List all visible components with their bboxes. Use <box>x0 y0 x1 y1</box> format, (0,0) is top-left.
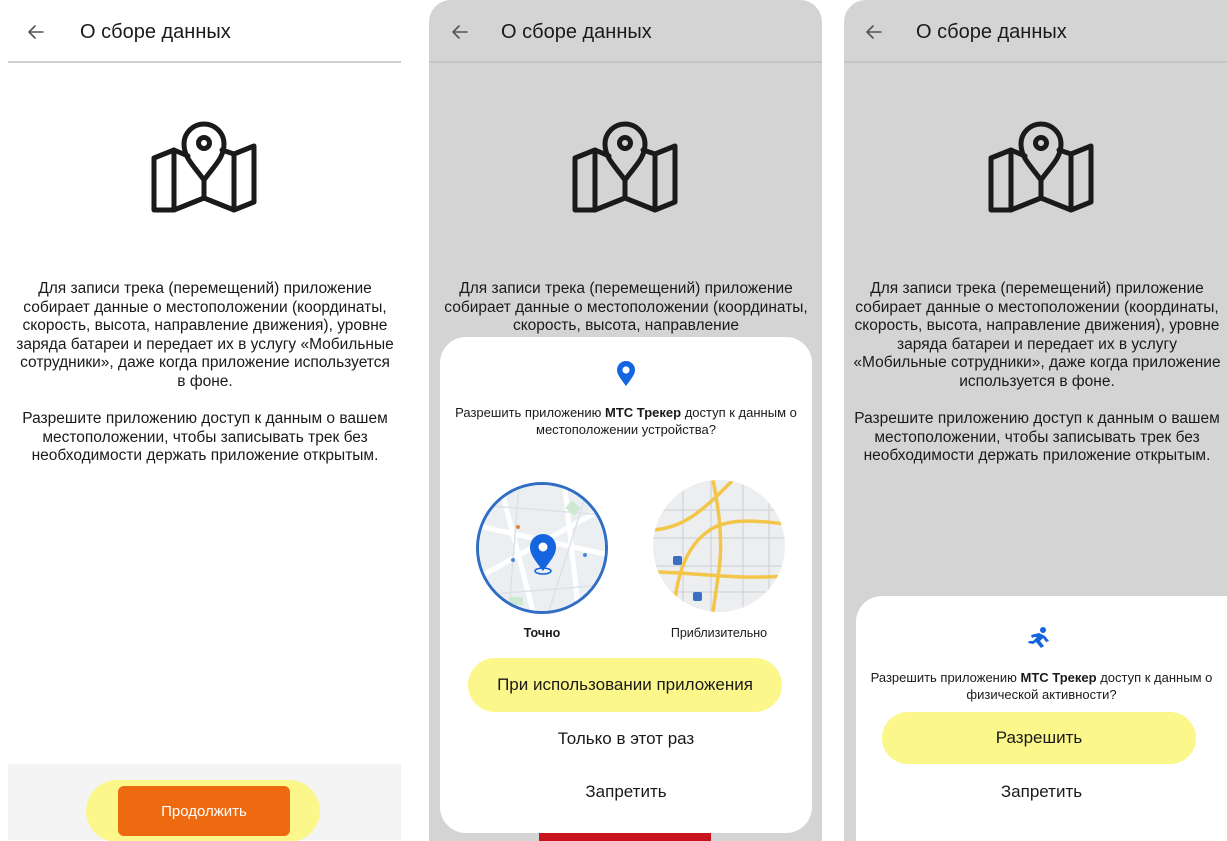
activity-permission-prompt: Разрешить приложению МТС Трекер доступ к… <box>870 670 1213 702</box>
page-title: О сборе данных <box>501 21 652 43</box>
deny-button[interactable]: Запретить <box>856 782 1227 802</box>
description-paragraph-2: Разрешите приложению доступ к данным о в… <box>22 410 388 464</box>
top-app-bar: О сборе данных <box>0 0 407 62</box>
top-app-bar: О сборе данных <box>429 0 822 62</box>
page-title: О сборе данных <box>916 21 1067 43</box>
deny-button[interactable]: Запретить <box>440 782 812 802</box>
approximate-location-option[interactable] <box>653 480 785 612</box>
top-app-bar: О сборе данных <box>844 0 1227 62</box>
allow-once-button[interactable]: Только в этот раз <box>440 729 812 749</box>
map-location-icon <box>988 121 1094 213</box>
screen-data-collection-info: О сборе данных Для записи трека (перемещ… <box>0 0 407 841</box>
back-arrow-icon[interactable] <box>864 22 884 42</box>
precise-label: Точно <box>523 626 561 640</box>
back-arrow-icon[interactable] <box>450 22 470 42</box>
page-title: О сборе данных <box>80 21 231 43</box>
description-text: Для записи трека (перемещений) приложени… <box>852 280 1222 485</box>
location-pin-icon <box>617 361 635 386</box>
map-location-icon <box>151 121 257 213</box>
approximate-map-illustration <box>653 480 785 612</box>
header-divider <box>8 61 401 63</box>
activity-permission-dialog: Разрешить приложению МТС Трекер доступ к… <box>856 596 1227 841</box>
header-divider <box>844 61 1227 63</box>
description-paragraph-1: Для записи трека (перемещений) приложени… <box>16 280 394 390</box>
header-divider <box>429 61 822 63</box>
precise-location-option[interactable] <box>476 482 608 614</box>
running-person-icon <box>1028 627 1049 648</box>
allow-button[interactable]: Разрешить <box>882 712 1196 764</box>
screen-location-permission: О сборе данных Для записи трека (перемещ… <box>429 0 822 841</box>
app-name: МТС Трекер <box>1020 670 1097 685</box>
description-text: Для записи трека (перемещений) приложени… <box>14 280 396 485</box>
screen-activity-permission: О сборе данных Для записи трека (перемещ… <box>844 0 1227 841</box>
description-paragraph-2: Разрешите приложению доступ к данным о в… <box>854 410 1220 464</box>
description-text: Для записи трека (перемещений) приложени… <box>437 280 815 334</box>
approximate-label: Приблизительно <box>670 626 768 640</box>
allow-while-using-button[interactable]: При использовании приложения <box>468 658 782 712</box>
map-location-icon <box>572 121 678 213</box>
continue-button[interactable]: Продолжить <box>118 786 290 836</box>
precise-map-illustration <box>479 485 605 611</box>
location-permission-prompt: Разрешить приложению МТС Трекер доступ к… <box>455 405 797 437</box>
location-permission-dialog: Разрешить приложению МТС Трекер доступ к… <box>440 337 812 833</box>
app-name: МТС Трекер <box>605 405 682 420</box>
description-paragraph-1: Для записи трека (перемещений) приложени… <box>444 280 808 334</box>
description-paragraph-1: Для записи трека (перемещений) приложени… <box>853 280 1221 390</box>
back-arrow-icon[interactable] <box>26 22 46 42</box>
